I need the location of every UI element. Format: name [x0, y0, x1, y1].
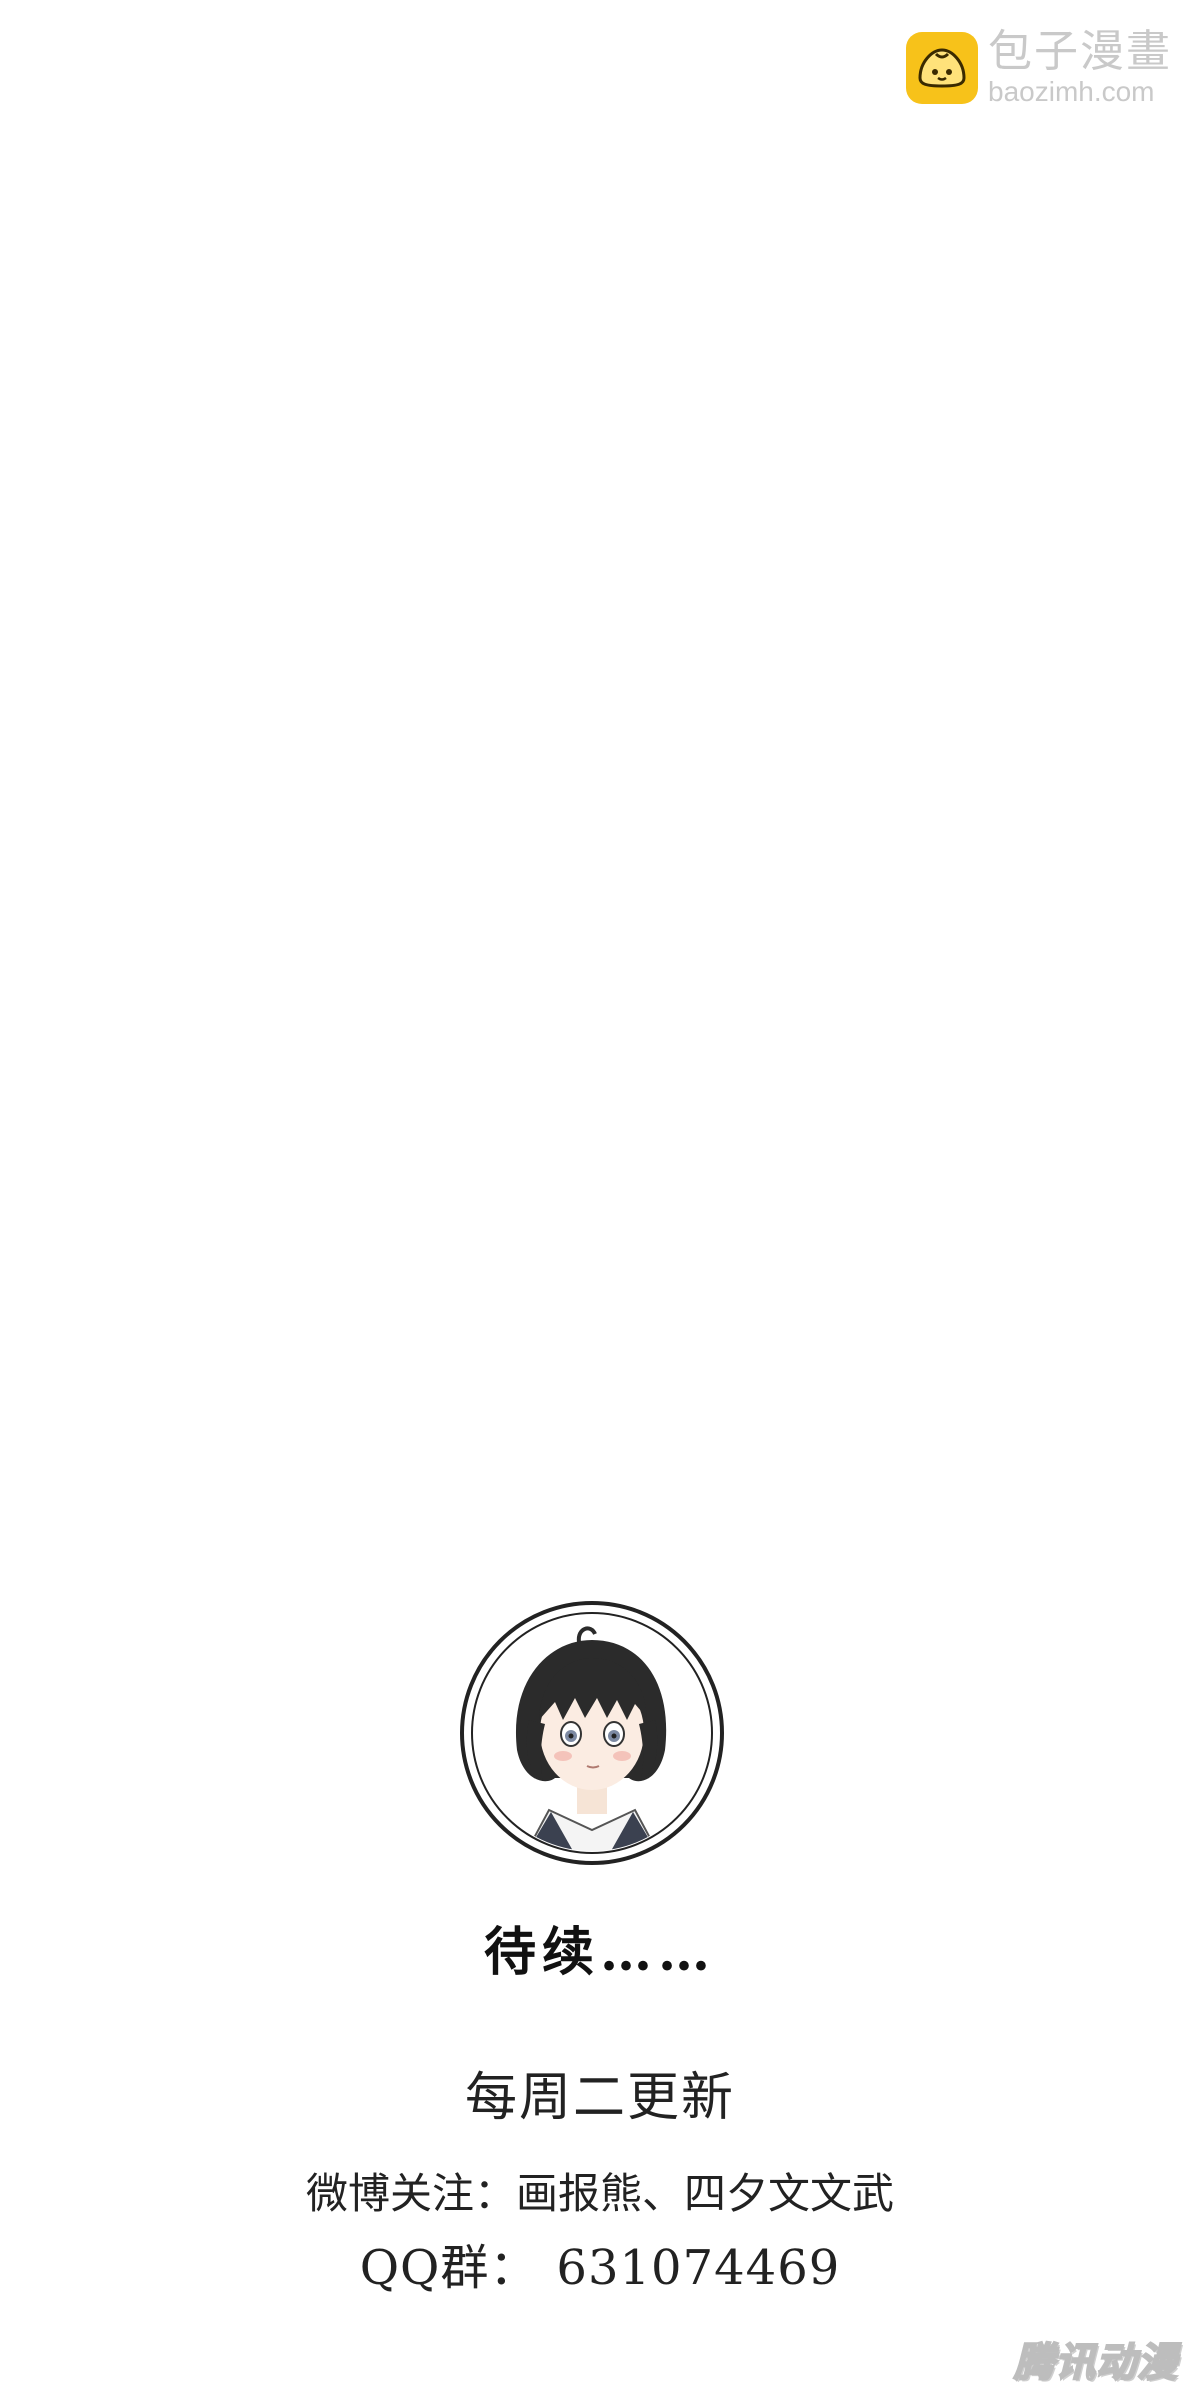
watermark-site-name: 包子漫畫: [988, 26, 1172, 77]
qq-group-line: QQ群： 631074469: [0, 2228, 1200, 2298]
watermark-site-url: baozimh.com: [988, 76, 1155, 107]
qq-group-number: 631074469: [556, 2240, 841, 2296]
steamed-bun-icon: [906, 32, 978, 104]
update-schedule-text: 每周二更新: [464, 2068, 735, 2128]
site-watermark: 包子漫畫 baozimh.com: [906, 30, 1172, 106]
author-avatar-girl-icon: [459, 1600, 725, 1866]
publisher-logo: 腾讯动漫: [1013, 2339, 1178, 2387]
weibo-follow-text: 微博关注：画报熊、四夕文文武: [305, 2169, 894, 2218]
qq-group-label: QQ群：: [359, 2240, 539, 2296]
to-be-continued-text: 待续……: [483, 1922, 716, 1983]
